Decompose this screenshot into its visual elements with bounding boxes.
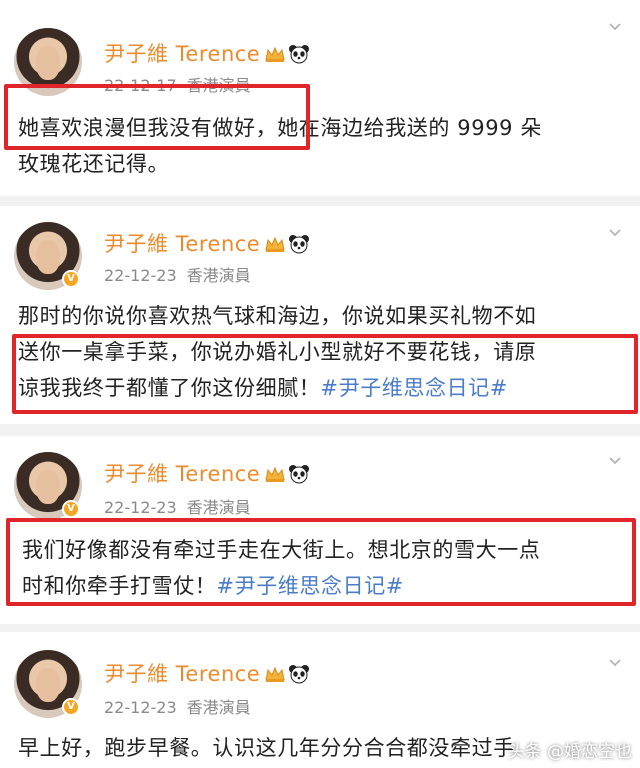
- post-date: 22-12-23: [104, 698, 177, 717]
- post-source: 香港演員: [186, 266, 251, 285]
- highlight-box: [6, 518, 636, 606]
- post-card: 尹子維 Terence 22-12-17 香港演員 她喜欢浪漫但我没有做好，她在海…: [0, 0, 640, 196]
- post-date: 22-12-23: [104, 498, 177, 517]
- username[interactable]: 尹子維 Terence: [104, 458, 310, 488]
- post-meta: 22-12-23 香港演員: [104, 494, 251, 518]
- post-card: V 尹子維 Terence 22-12-23 香港演員 那时的你说你喜欢热气球和海…: [0, 206, 640, 424]
- post-text-line: 那时的你说你喜欢热气球和海边，你说如果买礼物不如: [18, 304, 537, 328]
- panda-icon: [289, 665, 310, 684]
- panda-icon: [289, 235, 310, 254]
- verified-v-icon: V: [62, 270, 80, 288]
- username-text: 尹子維 Terence: [104, 662, 261, 686]
- chevron-down-icon[interactable]: [608, 656, 622, 670]
- post-card: V 尹子維 Terence 22-12-23 香港演員 我们好像都没有牵过手走在大…: [0, 436, 640, 624]
- username[interactable]: 尹子維 Terence: [104, 38, 310, 68]
- username[interactable]: 尹子維 Terence: [104, 228, 310, 258]
- post-source: 香港演員: [186, 698, 251, 717]
- chevron-down-icon[interactable]: [608, 20, 622, 34]
- highlight-box: [12, 334, 638, 414]
- watermark: 头条 @婚恋空也: [507, 742, 632, 762]
- highlight-box: [4, 84, 310, 150]
- verified-v-icon: V: [62, 698, 80, 716]
- post-meta: 22-12-23 香港演員: [104, 694, 251, 718]
- username-text: 尹子維 Terence: [104, 232, 261, 256]
- chevron-down-icon[interactable]: [608, 454, 622, 468]
- crown-icon: [265, 466, 285, 482]
- crown-icon: [265, 46, 285, 62]
- username[interactable]: 尹子維 Terence: [104, 658, 310, 688]
- username-text: 尹子維 Terence: [104, 42, 261, 66]
- verified-v-icon: V: [62, 500, 80, 518]
- panda-icon: [289, 45, 310, 64]
- post-meta: 22-12-23 香港演員: [104, 262, 251, 286]
- post-text-line: 玫瑰花还记得。: [18, 152, 170, 176]
- crown-icon: [265, 236, 285, 252]
- chevron-down-icon[interactable]: [608, 226, 622, 240]
- post-date: 22-12-23: [104, 266, 177, 285]
- username-text: 尹子維 Terence: [104, 462, 261, 486]
- post-card: V 尹子維 Terence 22-12-23 香港演員 早上好，跑步早餐。认识这几…: [0, 632, 640, 768]
- post-source: 香港演員: [186, 498, 251, 517]
- crown-icon: [265, 666, 285, 682]
- panda-icon: [289, 465, 310, 484]
